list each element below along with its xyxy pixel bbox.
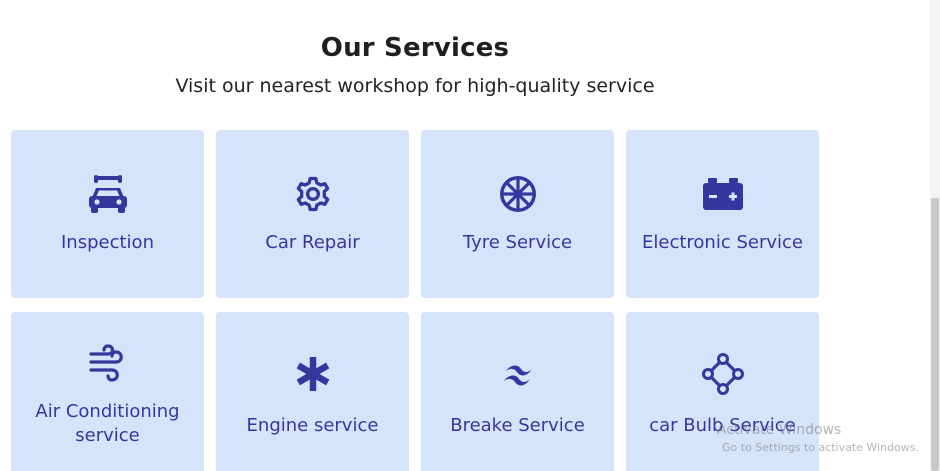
service-label: Electronic Service <box>642 232 803 253</box>
service-card-car-bulb-service[interactable]: car Bulb Service <box>626 312 819 471</box>
wave-icon <box>421 354 614 398</box>
service-card-electronic-service[interactable]: Electronic Service <box>626 130 819 298</box>
service-label: Engine service <box>246 415 379 436</box>
service-label-line2: service <box>75 425 140 446</box>
service-label: Tyre Service <box>462 232 573 253</box>
service-label: Breake Service <box>450 415 585 436</box>
service-card-air-conditioning[interactable]: Air Conditioning service <box>11 312 204 471</box>
service-card-engine-service[interactable]: Engine service <box>216 312 409 471</box>
service-card-inspection[interactable]: Inspection <box>11 130 204 298</box>
car-battery-icon <box>626 172 819 216</box>
service-label: car Bulb Service <box>649 415 796 436</box>
page-subtitle: Visit our nearest workshop for high-qual… <box>175 75 655 97</box>
asterisk-icon <box>216 352 409 396</box>
service-label: Inspection <box>61 232 154 253</box>
car-inspection-icon <box>11 172 204 216</box>
service-card-tyre-service[interactable]: Tyre Service <box>421 130 614 298</box>
service-label-line1: Air Conditioning <box>35 401 180 422</box>
gear-icon <box>216 172 409 216</box>
service-card-car-repair[interactable]: Car Repair <box>216 130 409 298</box>
service-card-breake-service[interactable]: Breake Service <box>421 312 614 471</box>
service-label: Car Repair <box>265 232 360 253</box>
page-title: Our Services <box>320 33 510 63</box>
vertical-scrollbar[interactable] <box>930 0 940 471</box>
tyre-wheel-icon <box>421 172 614 216</box>
wind-icon <box>11 342 204 386</box>
bulb-diamond-icon <box>626 352 819 396</box>
page: Our Services Visit our nearest workshop … <box>0 0 940 471</box>
scrollbar-thumb[interactable] <box>931 198 939 471</box>
service-label: Air Conditioning service <box>15 400 200 448</box>
